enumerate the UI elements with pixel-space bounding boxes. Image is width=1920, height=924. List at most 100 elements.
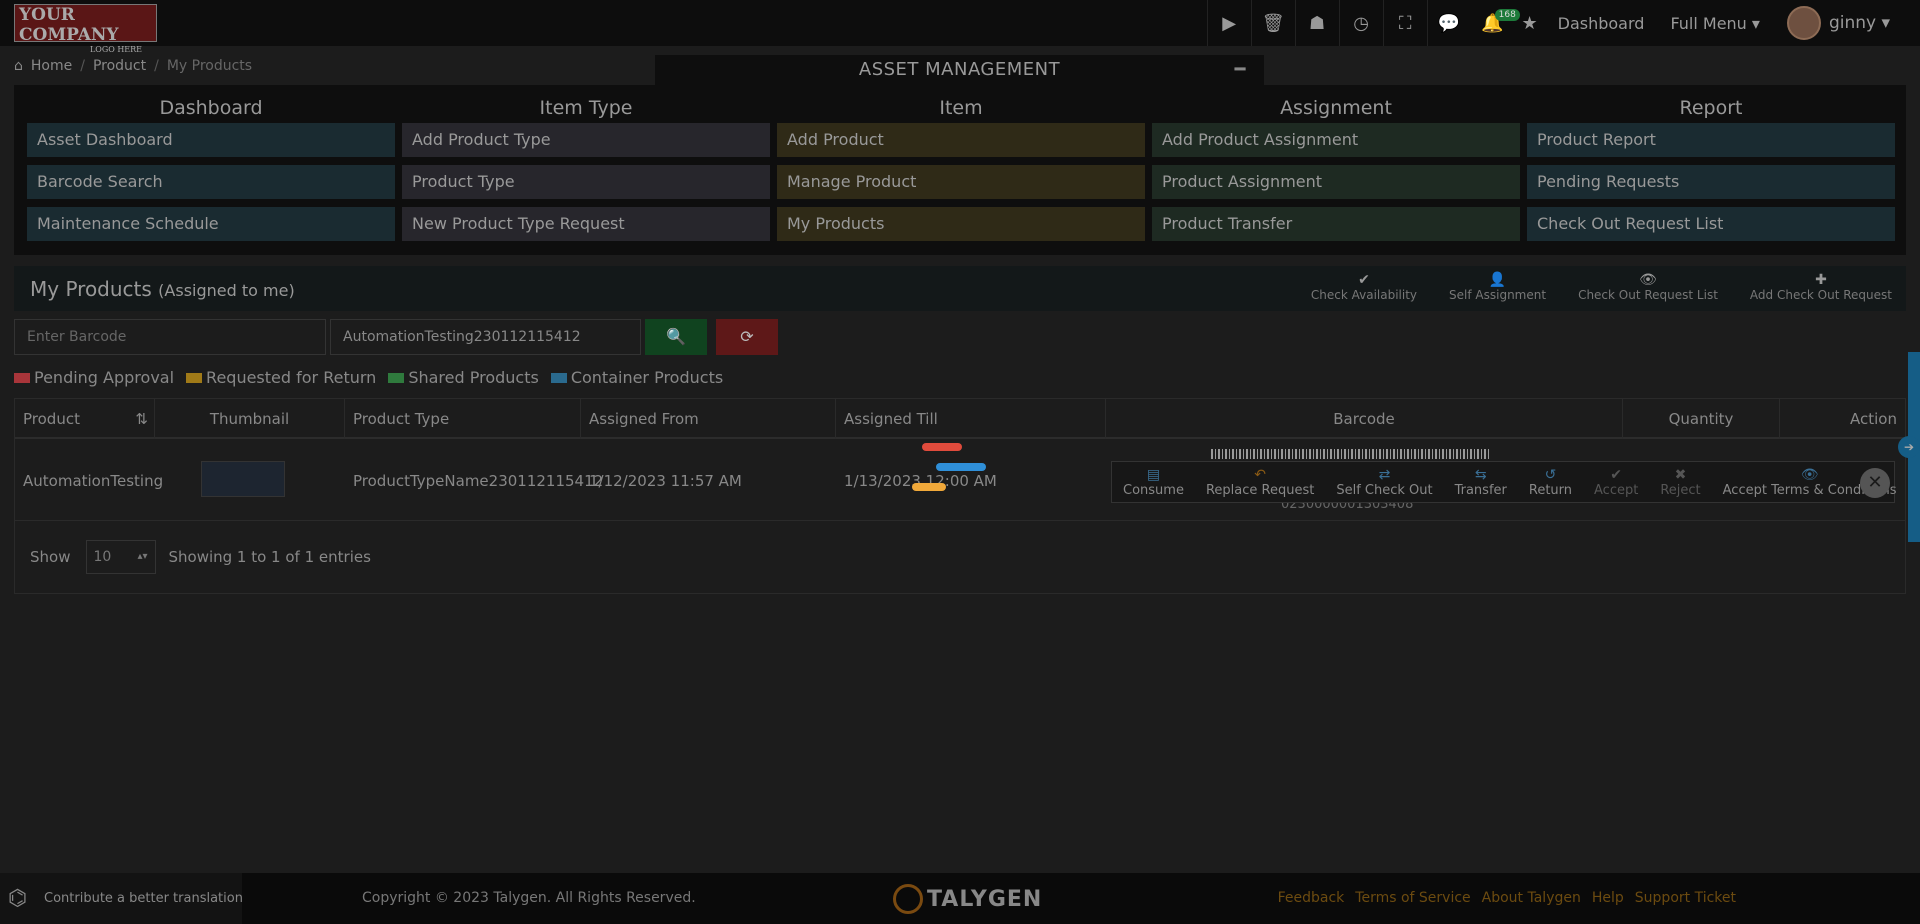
footer-link-support[interactable]: Support Ticket — [1635, 873, 1736, 924]
breadcrumb-separator: / — [154, 58, 159, 74]
column-header-assigned-from: Assigned From — [581, 399, 836, 439]
breadcrumb-product[interactable]: Product — [93, 58, 146, 74]
breadcrumb-separator: / — [80, 58, 85, 74]
page-size-value: 10 — [93, 549, 112, 565]
asset-management-title: ASSET MANAGEMENT — [858, 59, 1061, 80]
breadcrumb-home[interactable]: Home — [31, 58, 72, 74]
menu-product-type[interactable]: Product Type — [402, 165, 770, 199]
chat-icon[interactable]: 💬 — [1426, 0, 1471, 46]
product-search-input[interactable]: AutomationTesting230112115412 — [330, 319, 641, 355]
undo-icon: ↺ — [1544, 466, 1557, 483]
product-thumbnail[interactable] — [201, 461, 285, 497]
footer-link-terms[interactable]: Terms of Service — [1355, 873, 1470, 924]
org-chart-icon[interactable]: ☗ — [1294, 0, 1339, 46]
action-label: Self Check Out — [1336, 482, 1433, 498]
check-icon: ✔ — [1358, 272, 1370, 288]
refresh-icon: ⟳ — [740, 327, 754, 346]
legend-pending-approval: Pending Approval — [14, 368, 174, 387]
barcode-input[interactable]: Enter Barcode — [14, 319, 326, 355]
loader-bar-blue — [936, 463, 986, 471]
page-title: My Products (Assigned to me) — [30, 277, 295, 301]
menu-add-product-type[interactable]: Add Product Type — [402, 123, 770, 157]
play-icon[interactable]: ▶ — [1206, 0, 1251, 46]
reset-button[interactable]: ⟳ — [716, 319, 778, 355]
top-bar: YOUR COMPANY LOGO HERE ▶ 🗑 ☗ ◷ ⛶ 💬 🔔 168 … — [0, 0, 1920, 54]
footer: ⌬ Contribute a better translation Copyri… — [0, 873, 1920, 924]
add-check-out-request-button[interactable]: ✚ Add Check Out Request — [1750, 272, 1892, 302]
table-row[interactable]: AutomationTesting ProductTypeName2301121… — [15, 441, 1905, 521]
show-label: Show — [30, 548, 71, 566]
plus-icon: ✚ — [1815, 272, 1827, 288]
exchange-icon: ⇄ — [1378, 466, 1391, 483]
menu-add-product-assignment[interactable]: Add Product Assignment — [1152, 123, 1520, 157]
accept-button[interactable]: ✔ Accept — [1583, 467, 1649, 498]
legend-shared-products: Shared Products — [388, 368, 539, 387]
check-availability-button[interactable]: ✔ Check Availability — [1311, 272, 1417, 302]
action-label: Transfer — [1454, 482, 1507, 498]
home-icon[interactable]: ⌂ — [14, 58, 23, 74]
column-title: Assignment — [1280, 97, 1392, 119]
menu-pending-requests[interactable]: Pending Requests — [1527, 165, 1895, 199]
user-name: ginny — [1828, 13, 1877, 33]
fullscreen-icon[interactable]: ⛶ — [1382, 0, 1427, 46]
bell-icon[interactable]: 🔔 168 — [1471, 0, 1520, 46]
menu-new-product-type-request[interactable]: New Product Type Request — [402, 207, 770, 241]
close-icon[interactable]: ✕ — [1860, 468, 1890, 498]
check-out-request-list-button[interactable]: 👁 Check Out Request List — [1578, 272, 1718, 302]
minimize-icon[interactable]: ━ — [1235, 55, 1246, 85]
self-check-out-button[interactable]: ⇄ Self Check Out — [1325, 467, 1443, 498]
arrow-right-icon[interactable]: ➔ — [1898, 436, 1920, 458]
trash-icon[interactable]: 🗑 — [1250, 0, 1295, 46]
search-button[interactable]: 🔍 — [645, 319, 707, 355]
menu-manage-product[interactable]: Manage Product — [777, 165, 1145, 199]
reject-button[interactable]: ✖ Reject — [1649, 467, 1711, 498]
menu-my-products[interactable]: My Products — [777, 207, 1145, 241]
cell-product[interactable]: AutomationTesting — [15, 441, 163, 521]
avatar[interactable] — [1786, 6, 1821, 40]
reply-icon: ↶ — [1254, 466, 1266, 483]
pagination-info: Show 10 ▴▾ Showing 1 to 1 of 1 entries — [14, 540, 371, 574]
menu-product-assignment[interactable]: Product Assignment — [1152, 165, 1520, 199]
replace-request-button[interactable]: ↶ Replace Request — [1195, 467, 1325, 498]
breadcrumb-current: My Products — [166, 58, 253, 74]
copyright: Copyright © 2023 Talygen. All Rights Res… — [362, 890, 696, 906]
dashboard-link[interactable]: Dashboard — [1558, 14, 1645, 33]
legend-container-products: Container Products — [550, 368, 723, 387]
column-header-product-type: Product Type — [345, 399, 581, 439]
full-menu-dropdown[interactable]: Full Menu ▾ — [1670, 14, 1760, 33]
footer-link-feedback[interactable]: Feedback — [1278, 873, 1345, 924]
consume-button[interactable]: ▤ Consume — [1112, 467, 1195, 498]
footer-link-help[interactable]: Help — [1592, 873, 1624, 924]
footer-links: Feedback Terms of Service About Talygen … — [1278, 873, 1736, 924]
menu-product-report[interactable]: Product Report — [1527, 123, 1895, 157]
action-label: Check Out Request List — [1578, 288, 1718, 302]
user-menu[interactable]: ginny ▾ — [1829, 13, 1890, 33]
column-header-quantity: Quantity — [1623, 399, 1780, 439]
column-header-product[interactable]: Product ⇅ — [15, 399, 155, 439]
translate-icon: ⌬ — [8, 886, 28, 911]
star-icon[interactable]: ★ — [1515, 0, 1545, 46]
translate-label: Contribute a better translation — [44, 891, 243, 906]
transfer-button[interactable]: ⇆ Transfer — [1444, 467, 1518, 498]
legend-label: Shared Products — [408, 368, 539, 387]
sort-icon[interactable]: ⇅ — [135, 399, 148, 439]
legend-label: Pending Approval — [34, 368, 175, 387]
translate-button[interactable]: ⌬ Contribute a better translation — [0, 873, 243, 924]
menu-product-transfer[interactable]: Product Transfer — [1152, 207, 1520, 241]
column-header-action: Action — [1850, 410, 1897, 428]
menu-barcode-search[interactable]: Barcode Search — [27, 165, 395, 199]
menu-check-out-request-list[interactable]: Check Out Request List — [1527, 207, 1895, 241]
company-logo[interactable]: YOUR COMPANY LOGO HERE — [14, 4, 157, 54]
action-label: Self Assignment — [1449, 288, 1547, 302]
menu-add-product[interactable]: Add Product — [777, 123, 1145, 157]
clock-icon[interactable]: ◷ — [1338, 0, 1383, 46]
return-button[interactable]: ↺ Return — [1518, 467, 1583, 498]
my-products-header: My Products (Assigned to me) ✔ Check Avai… — [14, 266, 1906, 311]
menu-maintenance-schedule[interactable]: Maintenance Schedule — [27, 207, 395, 241]
menu-asset-dashboard[interactable]: Asset Dashboard — [27, 123, 395, 157]
header-label: Product — [23, 410, 80, 428]
page-subtitle: (Assigned to me) — [158, 281, 295, 300]
footer-link-about[interactable]: About Talygen — [1482, 873, 1581, 924]
page-size-select[interactable]: 10 ▴▾ — [86, 540, 157, 574]
self-assignment-button[interactable]: 👤 Self Assignment — [1449, 272, 1546, 302]
